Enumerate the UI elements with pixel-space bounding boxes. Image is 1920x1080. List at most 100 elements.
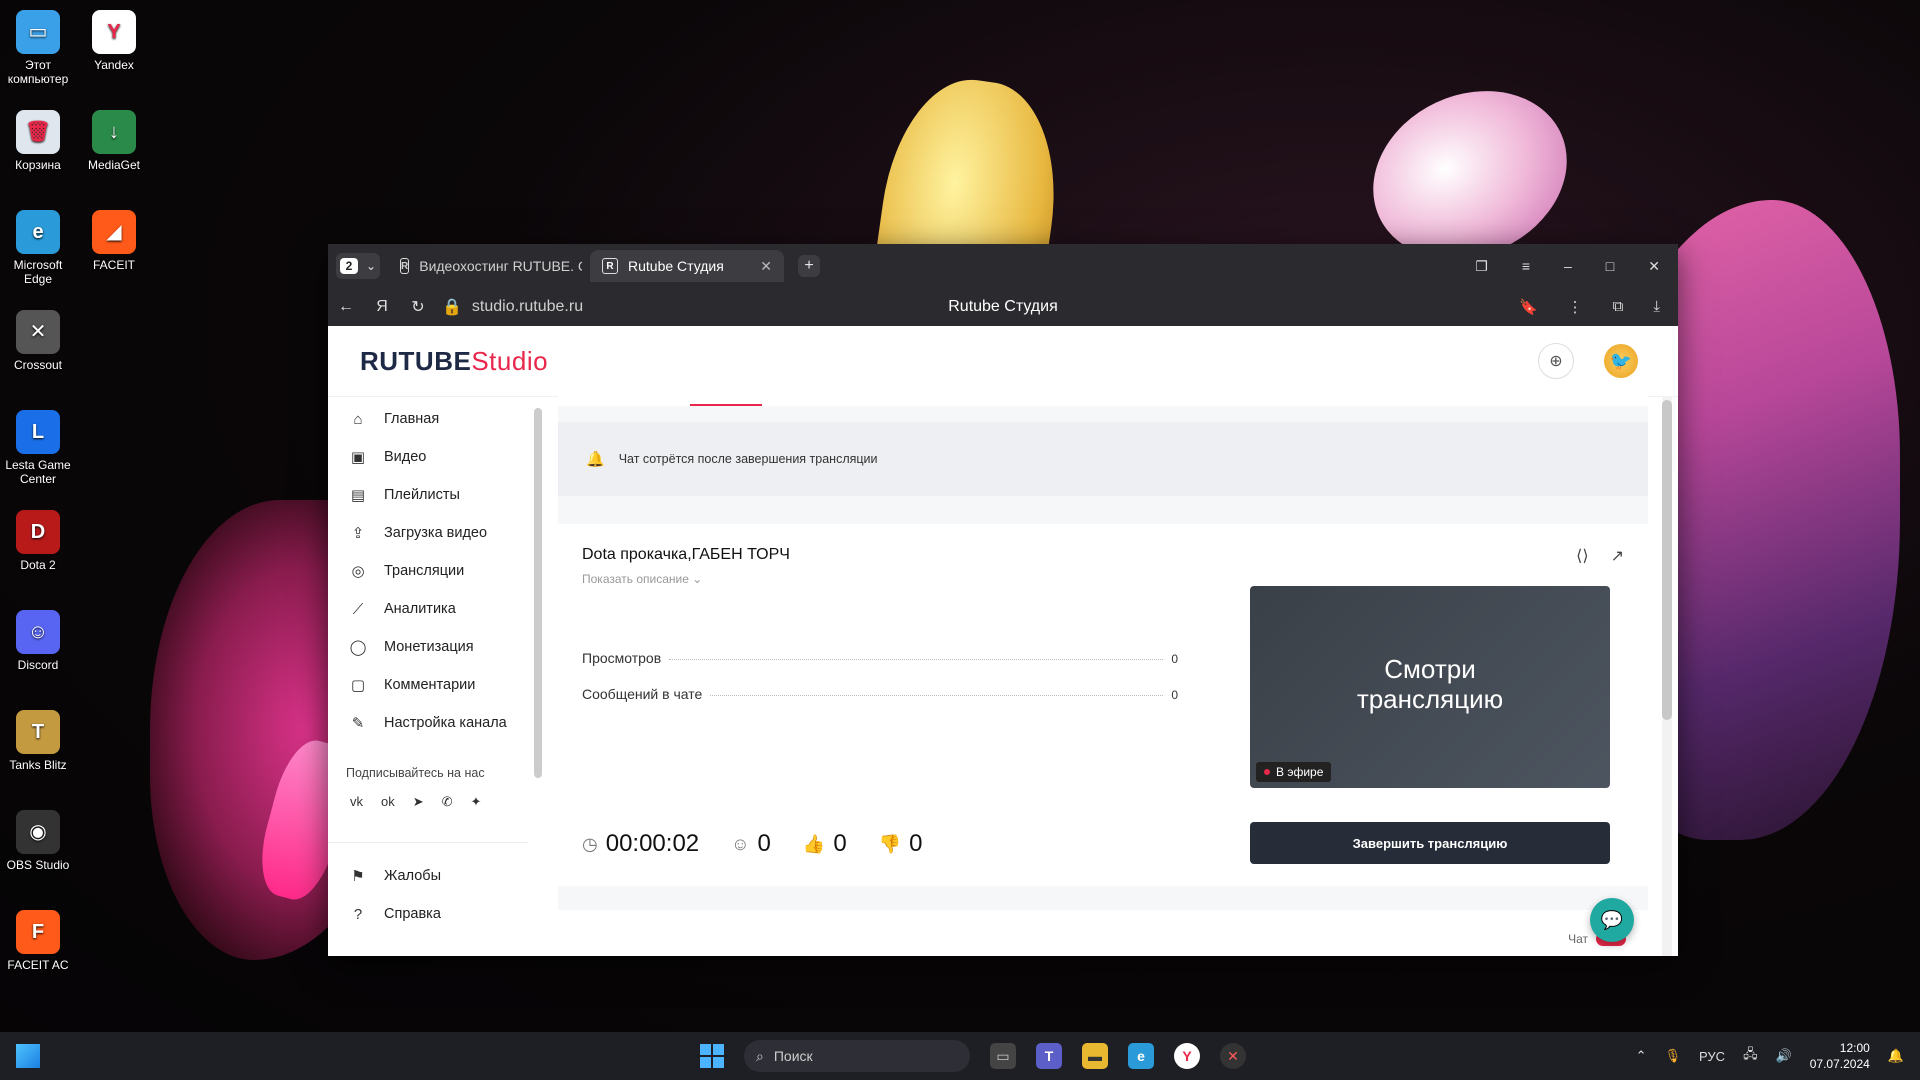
clock-icon: ◷ (582, 833, 598, 854)
thumbs-up-icon: 👍 (802, 833, 826, 854)
desktop-icon[interactable]: D Dota 2 (0, 510, 76, 572)
app-header: RUTUBEStudio ⊕ 🐦 (328, 326, 1678, 397)
sidebar-item[interactable]: ▤ Плейлисты (328, 476, 528, 514)
dzen-icon[interactable]: ✦ (471, 794, 482, 810)
desktop-icon[interactable]: ↓ MediaGet (76, 110, 152, 172)
plus-square-icon: ⊕ (1549, 353, 1563, 370)
desktop-icon[interactable]: ◉ OBS Studio (0, 810, 76, 872)
mediaget-icon: ↓ (92, 110, 136, 154)
page-scrollbar[interactable] (1662, 396, 1672, 956)
tab-rutube-studio[interactable]: R Rutube Студия ✕ (590, 250, 784, 282)
tab-rutube-home[interactable]: R Видеохостинг RUTUBE. С (388, 250, 582, 282)
desktop-icon[interactable]: ✕ Crossout (0, 310, 76, 372)
windows-start-icon[interactable] (700, 1044, 724, 1068)
show-description-link[interactable]: Показать описание ⌄ (582, 572, 702, 586)
dislikes-metric: 👎 0 (878, 830, 923, 857)
new-tab-button[interactable]: + (798, 255, 820, 277)
duration-metric: ◷ 00:00:02 (582, 830, 700, 857)
teams-icon[interactable]: T (1036, 1043, 1062, 1069)
stream-preview[interactable]: Смотри трансляцию В эфире (1250, 586, 1610, 788)
sidebar-item[interactable]: ⌂ Главная (328, 400, 528, 438)
sidebar-item[interactable]: ? Справка (328, 895, 528, 933)
desktop-icon[interactable]: L Lesta Game Center (0, 410, 76, 486)
desktop-icon[interactable]: e Microsoft Edge (0, 210, 76, 286)
share-icon[interactable]: ⟨⟩ (1576, 546, 1588, 566)
sidebar-item[interactable]: ✎ Настройка канала (328, 704, 528, 742)
avatar[interactable]: 🐦 (1604, 344, 1638, 378)
sidebar-item-label: Загрузка видео (384, 525, 488, 541)
stream-card-actions: ⟨⟩ ↗ (1576, 546, 1624, 566)
sidebar-item[interactable]: ⇪ Загрузка видео (328, 514, 528, 552)
sidebar-item-label: Плейлисты (384, 487, 460, 503)
desktop-icon[interactable]: 🗑 Корзина (0, 110, 76, 172)
active-tab-underline (690, 404, 762, 406)
desktop-icon-label: Crossout (13, 358, 63, 372)
odnoklassniki-icon[interactable]: ok (381, 794, 395, 810)
task-view-icon[interactable]: ▭ (990, 1043, 1016, 1069)
dotted-leader (710, 695, 1164, 696)
more-icon[interactable]: ⋮ (1568, 298, 1583, 316)
external-link-icon[interactable]: ↗ (1611, 546, 1624, 566)
bookmarks-panel-icon[interactable]: ❐ (1475, 258, 1488, 275)
desktop-icon[interactable]: F FACEIT AC (0, 910, 76, 972)
file-explorer-icon[interactable]: ▬ (1082, 1043, 1108, 1069)
collections-icon[interactable]: ⧉ (1613, 298, 1624, 316)
yandex-home-icon[interactable]: Я (364, 298, 400, 316)
menu-icon[interactable]: ≡ (1522, 258, 1530, 275)
crossout-taskbar-icon[interactable]: ✕ (1220, 1043, 1246, 1069)
taskbar-search[interactable]: ⌕ Поиск (744, 1040, 970, 1072)
rutube-studio-logo[interactable]: RUTUBEStudio (360, 346, 548, 377)
viber-icon[interactable]: ✆ (442, 794, 453, 810)
section-tabs (558, 396, 1648, 406)
desktop-icon[interactable]: ☺ Discord (0, 610, 76, 672)
social-links: vk ok ➤ ✆ ✦ (328, 794, 528, 810)
monetization-icon: ◯ (349, 639, 367, 656)
widgets-icon[interactable] (16, 1044, 40, 1068)
edge-icon[interactable]: e (1128, 1043, 1154, 1069)
desktop-icon[interactable]: Y Yandex (76, 10, 152, 72)
maximize-icon[interactable]: □ (1606, 258, 1614, 275)
desktop-icon[interactable]: ▭ Этот компьютер (0, 10, 76, 86)
taskbar: ⌕ Поиск ▭ T ▬ e Y ✕ ⌃ 🎙 РУС 🖧 🔊 12:00 07… (0, 1032, 1920, 1080)
tab-counter[interactable]: 2 ⌄ (336, 253, 380, 279)
sidebar-item[interactable]: ▣ Видео (328, 438, 528, 476)
back-icon[interactable]: ← (328, 298, 364, 316)
chevron-up-icon[interactable]: ⌃ (1636, 1048, 1647, 1064)
preview-title: Смотри трансляцию (1356, 654, 1504, 714)
rutube-favicon-icon: R (602, 258, 618, 274)
minimize-icon[interactable]: – (1564, 258, 1572, 275)
desktop-icon[interactable]: ◢ FACEIT (76, 210, 152, 272)
help-icon: ? (353, 905, 363, 923)
add-content-button[interactable]: ⊕ (1538, 343, 1574, 379)
sidebar-item[interactable]: ▢ Комментарии (328, 666, 528, 704)
sidebar-item[interactable]: ◯ Монетизация (328, 628, 528, 666)
support-chat-button[interactable]: 💬 (1590, 898, 1634, 942)
sidebar-item[interactable]: ⚑ Жалобы (328, 857, 528, 895)
thumbs-down-icon: 👎 (878, 833, 902, 854)
download-icon[interactable]: ⤓ (1653, 298, 1660, 316)
vk-icon[interactable]: vk (350, 794, 363, 810)
reload-icon[interactable]: ↻ (400, 297, 436, 317)
url-field[interactable]: 🔒 studio.rutube.ru (442, 297, 583, 317)
scroll-thumb[interactable] (1662, 400, 1672, 720)
language-indicator[interactable]: РУС (1699, 1049, 1725, 1064)
sidebar: ⌂ Главная ▣ Видео ▤ Плейлисты ⇪ Загрузка видео ◎… (328, 396, 528, 956)
notice-text: Чат сотрётся после завершения трансляции (618, 452, 878, 466)
microphone-icon[interactable]: 🎙 (1665, 1048, 1682, 1064)
analytics-icon: ⟋ (352, 600, 364, 618)
end-stream-button[interactable]: Завершить трансляцию (1250, 822, 1610, 864)
clock[interactable]: 12:00 07.07.2024 (1810, 1040, 1870, 1072)
telegram-icon[interactable]: ➤ (413, 794, 424, 810)
bookmark-icon[interactable]: 🔖 (1519, 298, 1538, 316)
desktop-icon[interactable]: T Tanks Blitz (0, 710, 76, 772)
stream-title: Dota прокачка,ГАБЕН ТОРЧ (582, 546, 790, 563)
sidebar-item[interactable]: ◎ Трансляции (328, 552, 528, 590)
network-icon[interactable]: 🖧 (1743, 1045, 1758, 1067)
sidebar-scrollbar[interactable] (534, 408, 542, 778)
volume-icon[interactable]: 🔊 (1776, 1048, 1792, 1064)
close-window-icon[interactable]: ✕ (1648, 258, 1660, 275)
sidebar-item[interactable]: ⟋ Аналитика (328, 590, 528, 628)
notification-icon[interactable]: 🔔 (1888, 1048, 1904, 1064)
yandex-browser-icon[interactable]: Y (1174, 1043, 1200, 1069)
close-tab-icon[interactable]: ✕ (760, 258, 772, 275)
